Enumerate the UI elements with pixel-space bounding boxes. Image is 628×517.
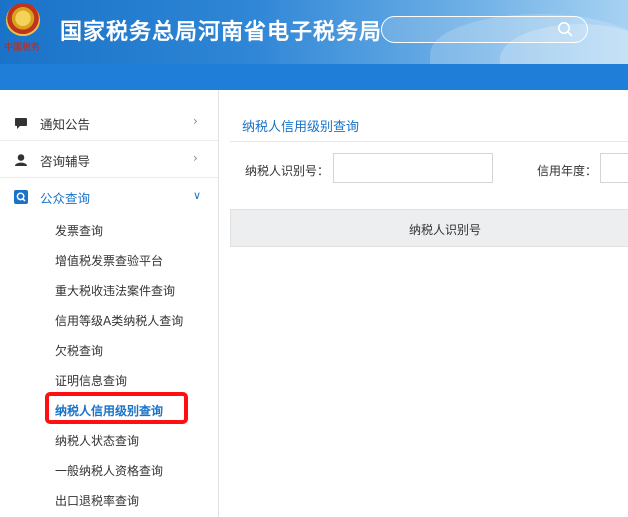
site-title: 国家税务总局河南省电子税务局 [60, 20, 383, 45]
sidebar-subitem-general-taxpayer[interactable]: 一般纳税人资格查询 [55, 462, 163, 479]
query-icon [14, 190, 28, 204]
sidebar-subitem-invoice-query[interactable]: 发票查询 [55, 222, 103, 239]
sidebar-subitem-taxpayer-status[interactable]: 纳税人状态查询 [55, 432, 139, 449]
sidebar-subitem-major-violation[interactable]: 重大税收违法案件查询 [55, 282, 175, 299]
sidebar-item-label: 公众查询 [40, 191, 91, 206]
divider [230, 141, 628, 142]
sidebar-subitem-certificate-info[interactable]: 证明信息查询 [55, 372, 127, 389]
annotation-highlight-box [45, 392, 188, 424]
search-icon[interactable] [557, 21, 573, 37]
sidebar-item-label: 通知公告 [40, 117, 91, 132]
sidebar-subitem-vat-verification[interactable]: 增值税发票查验平台 [55, 252, 163, 269]
nav-bar [0, 64, 628, 90]
sidebar-item-consulting[interactable]: 咨询辅导 › [0, 141, 218, 178]
person-icon [15, 154, 27, 166]
chevron-down-icon: ∨ [193, 189, 202, 202]
tax-emblem-icon [6, 3, 40, 37]
chevron-right-icon: › [193, 151, 198, 165]
sidebar-item-public-query[interactable]: 公众查询 ∨ [0, 178, 218, 215]
sidebar-subitem-a-class-taxpayer[interactable]: 信用等级A类纳税人查询 [55, 312, 183, 329]
sidebar: 通知公告 › 咨询辅导 › 公众查询 ∨ 发票查询 增值税发票查验平台 重大税收… [0, 90, 219, 517]
main-content: 纳税人信用级别查询 纳税人识别号： 信用年度： 纳税人识别号 [220, 90, 628, 517]
sidebar-item-notices[interactable]: 通知公告 › [0, 104, 218, 141]
site-header: 中国税务 国家税务总局河南省电子税务局 [0, 0, 628, 64]
column-header-taxpayer-id: 纳税人识别号 [409, 223, 482, 237]
credit-year-input[interactable] [600, 153, 628, 183]
sidebar-subitem-tax-arrears[interactable]: 欠税查询 [55, 342, 103, 359]
sidebar-subitem-export-rebate[interactable]: 出口退税率查询 [55, 492, 139, 509]
table-header: 纳税人识别号 [230, 209, 628, 247]
chevron-right-icon: › [193, 114, 198, 128]
credit-year-label: 信用年度： [537, 164, 598, 178]
sidebar-item-label: 咨询辅导 [40, 154, 91, 169]
emblem-caption: 中国税务 [4, 43, 41, 53]
page-title: 纳税人信用级别查询 [242, 120, 360, 135]
taxpayer-id-label: 纳税人识别号： [245, 164, 330, 178]
taxpayer-id-input[interactable] [333, 153, 493, 183]
message-icon [15, 118, 27, 129]
